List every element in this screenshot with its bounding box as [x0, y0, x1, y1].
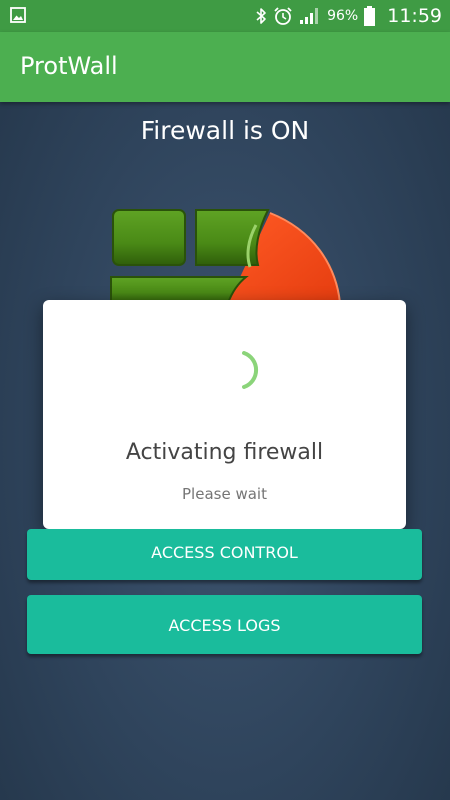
access-logs-button[interactable]: ACCESS LOGS — [27, 595, 422, 654]
app-bar: ProtWall — [0, 32, 450, 102]
battery-icon — [364, 6, 376, 26]
signal-icon — [300, 8, 319, 24]
clock: 11:59 — [387, 5, 442, 27]
bluetooth-icon — [256, 8, 266, 24]
access-control-button[interactable]: ACCESS CONTROL — [27, 529, 422, 580]
firewall-status-heading: Firewall is ON — [140, 116, 310, 145]
dialog-title: Activating firewall — [125, 440, 324, 465]
status-bar: 96% 11:59 — [0, 0, 450, 32]
battery-percent: 96% — [327, 8, 359, 24]
gallery-icon — [10, 7, 26, 23]
status-icons: 96% 11:59 — [255, 0, 442, 32]
dialog-subtitle: Please wait — [182, 485, 267, 503]
app-title: ProtWall — [20, 52, 118, 80]
alarm-icon — [274, 7, 292, 25]
loading-spinner-icon — [242, 351, 259, 389]
